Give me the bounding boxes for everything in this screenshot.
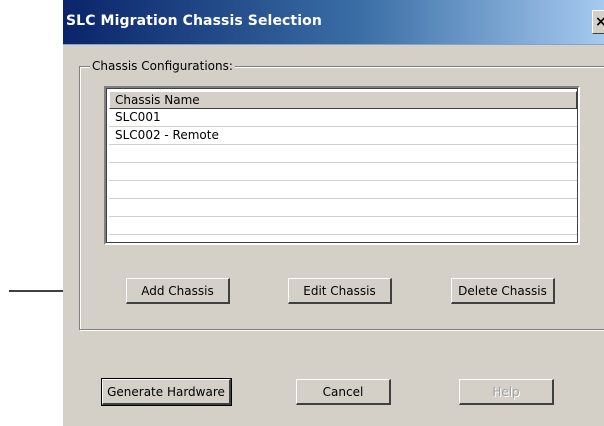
delete-chassis-button[interactable]: Delete Chassis (451, 278, 555, 304)
list-item[interactable] (109, 199, 577, 217)
chassis-list[interactable]: Chassis Name SLC001 SLC002 - Remote (104, 86, 580, 245)
group-label: Chassis Configurations: (90, 58, 235, 74)
help-button[interactable]: Help (459, 379, 554, 405)
generate-hardware-button[interactable]: Generate Hardware (101, 378, 232, 406)
list-item[interactable]: SLC002 - Remote (109, 127, 577, 145)
screenshot-stage: SLC Migration Chassis Selection × Chassi… (0, 0, 604, 426)
list-item[interactable] (109, 163, 577, 181)
window-title: SLC Migration Chassis Selection (66, 13, 322, 29)
edit-chassis-button[interactable]: Edit Chassis (288, 278, 392, 304)
list-item[interactable] (109, 181, 577, 199)
title-bar[interactable]: SLC Migration Chassis Selection × (63, 0, 604, 45)
chassis-selection-dialog: SLC Migration Chassis Selection × Chassi… (63, 0, 604, 426)
list-item[interactable]: SLC001 (109, 109, 577, 127)
cancel-button[interactable]: Cancel (296, 379, 391, 405)
list-item[interactable] (109, 217, 577, 235)
list-item[interactable] (109, 145, 577, 163)
close-button[interactable]: × (592, 10, 604, 34)
column-header-chassis-name[interactable]: Chassis Name (109, 91, 577, 109)
add-chassis-button[interactable]: Add Chassis (126, 278, 230, 304)
